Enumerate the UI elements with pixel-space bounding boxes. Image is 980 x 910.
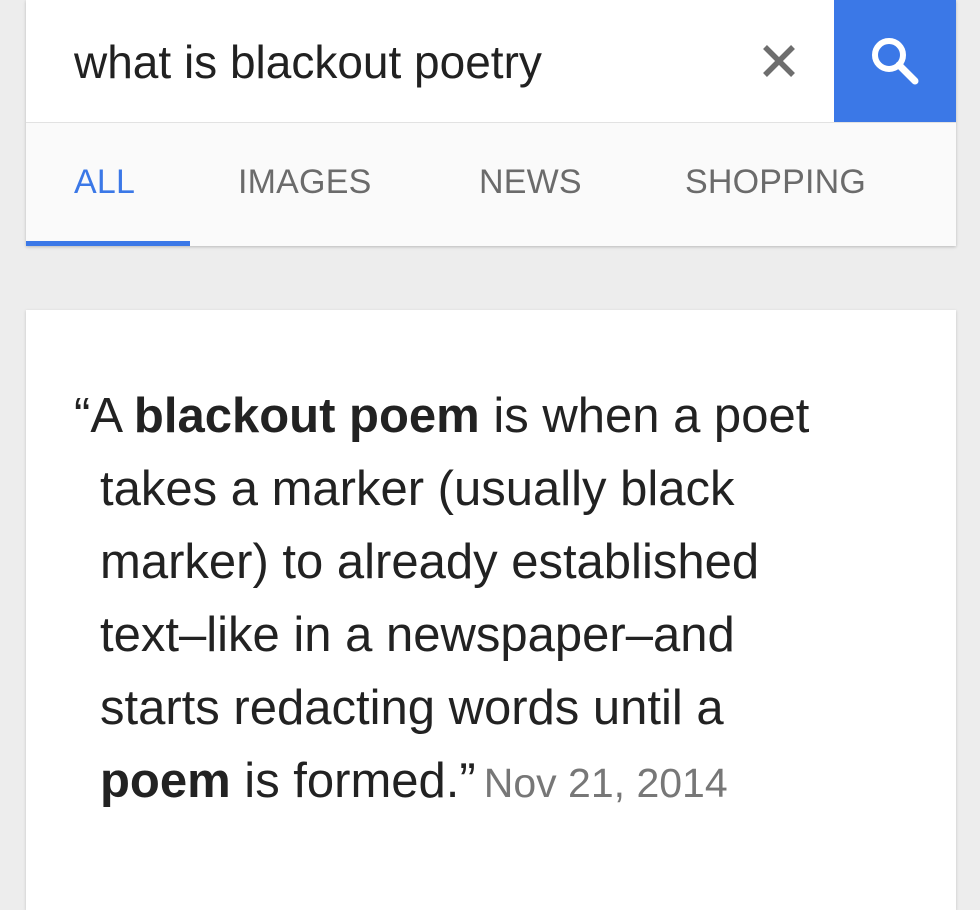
snippet-term: poem	[100, 754, 231, 808]
snippet-line: poem is formed.” Nov 21, 2014	[74, 745, 934, 820]
snippet-line: “A blackout poem is when a poet	[74, 380, 934, 453]
tab-all[interactable]: ALL	[74, 163, 135, 202]
tab-shopping[interactable]: SHOPPING	[685, 163, 866, 202]
snippet-line: text–like in a newspaper–and	[100, 608, 735, 662]
clear-search-button[interactable]	[748, 28, 810, 94]
search-icon	[872, 38, 919, 85]
snippet-text: is when a poet	[479, 389, 810, 443]
tab-news[interactable]: NEWS	[479, 163, 582, 202]
active-tab-indicator	[26, 241, 190, 246]
snippet-text: is formed.”	[230, 754, 476, 808]
snippet-line: takes a marker (usually black	[100, 462, 735, 516]
snippet-line: starts redacting words until a	[100, 681, 724, 735]
featured-snippet-card: “A blackout poem is when a poet takes a …	[26, 310, 956, 910]
snippet-term: blackout poem	[133, 389, 480, 443]
snippet-open-quote: “A	[74, 389, 134, 443]
tab-images[interactable]: IMAGES	[238, 163, 371, 202]
search-bar	[26, 0, 956, 123]
search-tabs: ALL IMAGES NEWS SHOPPING	[26, 123, 956, 246]
featured-snippet-text: “A blackout poem is when a poet takes a …	[74, 380, 934, 820]
search-submit-button[interactable]	[834, 0, 956, 122]
close-icon	[763, 45, 795, 77]
search-input[interactable]	[74, 30, 714, 94]
search-card: ALL IMAGES NEWS SHOPPING	[26, 0, 956, 246]
snippet-date: Nov 21, 2014	[483, 760, 728, 806]
snippet-line: marker) to already established	[100, 535, 760, 589]
